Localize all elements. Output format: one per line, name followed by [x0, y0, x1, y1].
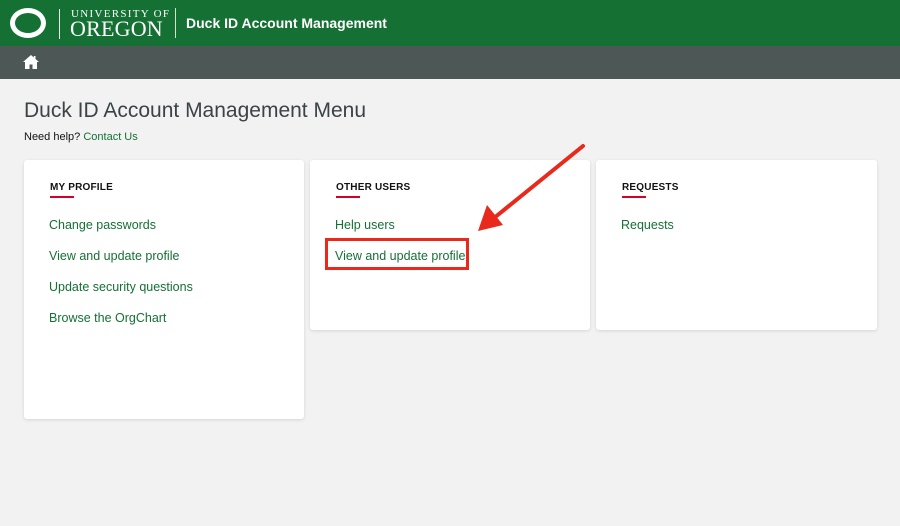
annotation-highlight-box	[325, 238, 469, 270]
card-title-my-profile: MY PROFILE	[50, 182, 113, 193]
requests-link[interactable]: Requests	[621, 217, 674, 233]
card-title-underline	[622, 196, 646, 198]
top-header: UNIVERSITY OF OREGON Duck ID Account Man…	[0, 0, 900, 46]
oregon-o-logo-icon[interactable]	[10, 8, 46, 38]
card-title-underline	[50, 196, 74, 198]
contact-us-link[interactable]: Contact Us	[83, 131, 137, 143]
card-title-requests: REQUESTS	[622, 182, 679, 193]
card-title-underline	[336, 196, 360, 198]
card-my-profile: MY PROFILE Change passwords View and upd…	[24, 160, 304, 419]
view-update-profile-link[interactable]: View and update profile	[49, 248, 179, 264]
title-divider	[175, 8, 176, 38]
update-security-questions-link[interactable]: Update security questions	[49, 279, 193, 295]
annotation-arrow-icon	[478, 144, 585, 231]
home-icon[interactable]	[22, 54, 40, 70]
logo-divider	[59, 9, 60, 39]
help-prefix: Need help?	[24, 131, 81, 143]
help-users-link[interactable]: Help users	[335, 217, 395, 233]
card-title-other-users: OTHER USERS	[336, 182, 411, 193]
help-line: Need help? Contact Us	[24, 130, 138, 144]
card-requests: REQUESTS Requests	[596, 160, 877, 330]
logo-oregon[interactable]: OREGON	[70, 17, 163, 41]
browse-orgchart-link[interactable]: Browse the OrgChart	[49, 310, 166, 326]
change-passwords-link[interactable]: Change passwords	[49, 217, 156, 233]
page-title: Duck ID Account Management Menu	[24, 99, 367, 122]
app-title[interactable]: Duck ID Account Management	[186, 14, 387, 32]
nav-bar	[0, 46, 900, 79]
